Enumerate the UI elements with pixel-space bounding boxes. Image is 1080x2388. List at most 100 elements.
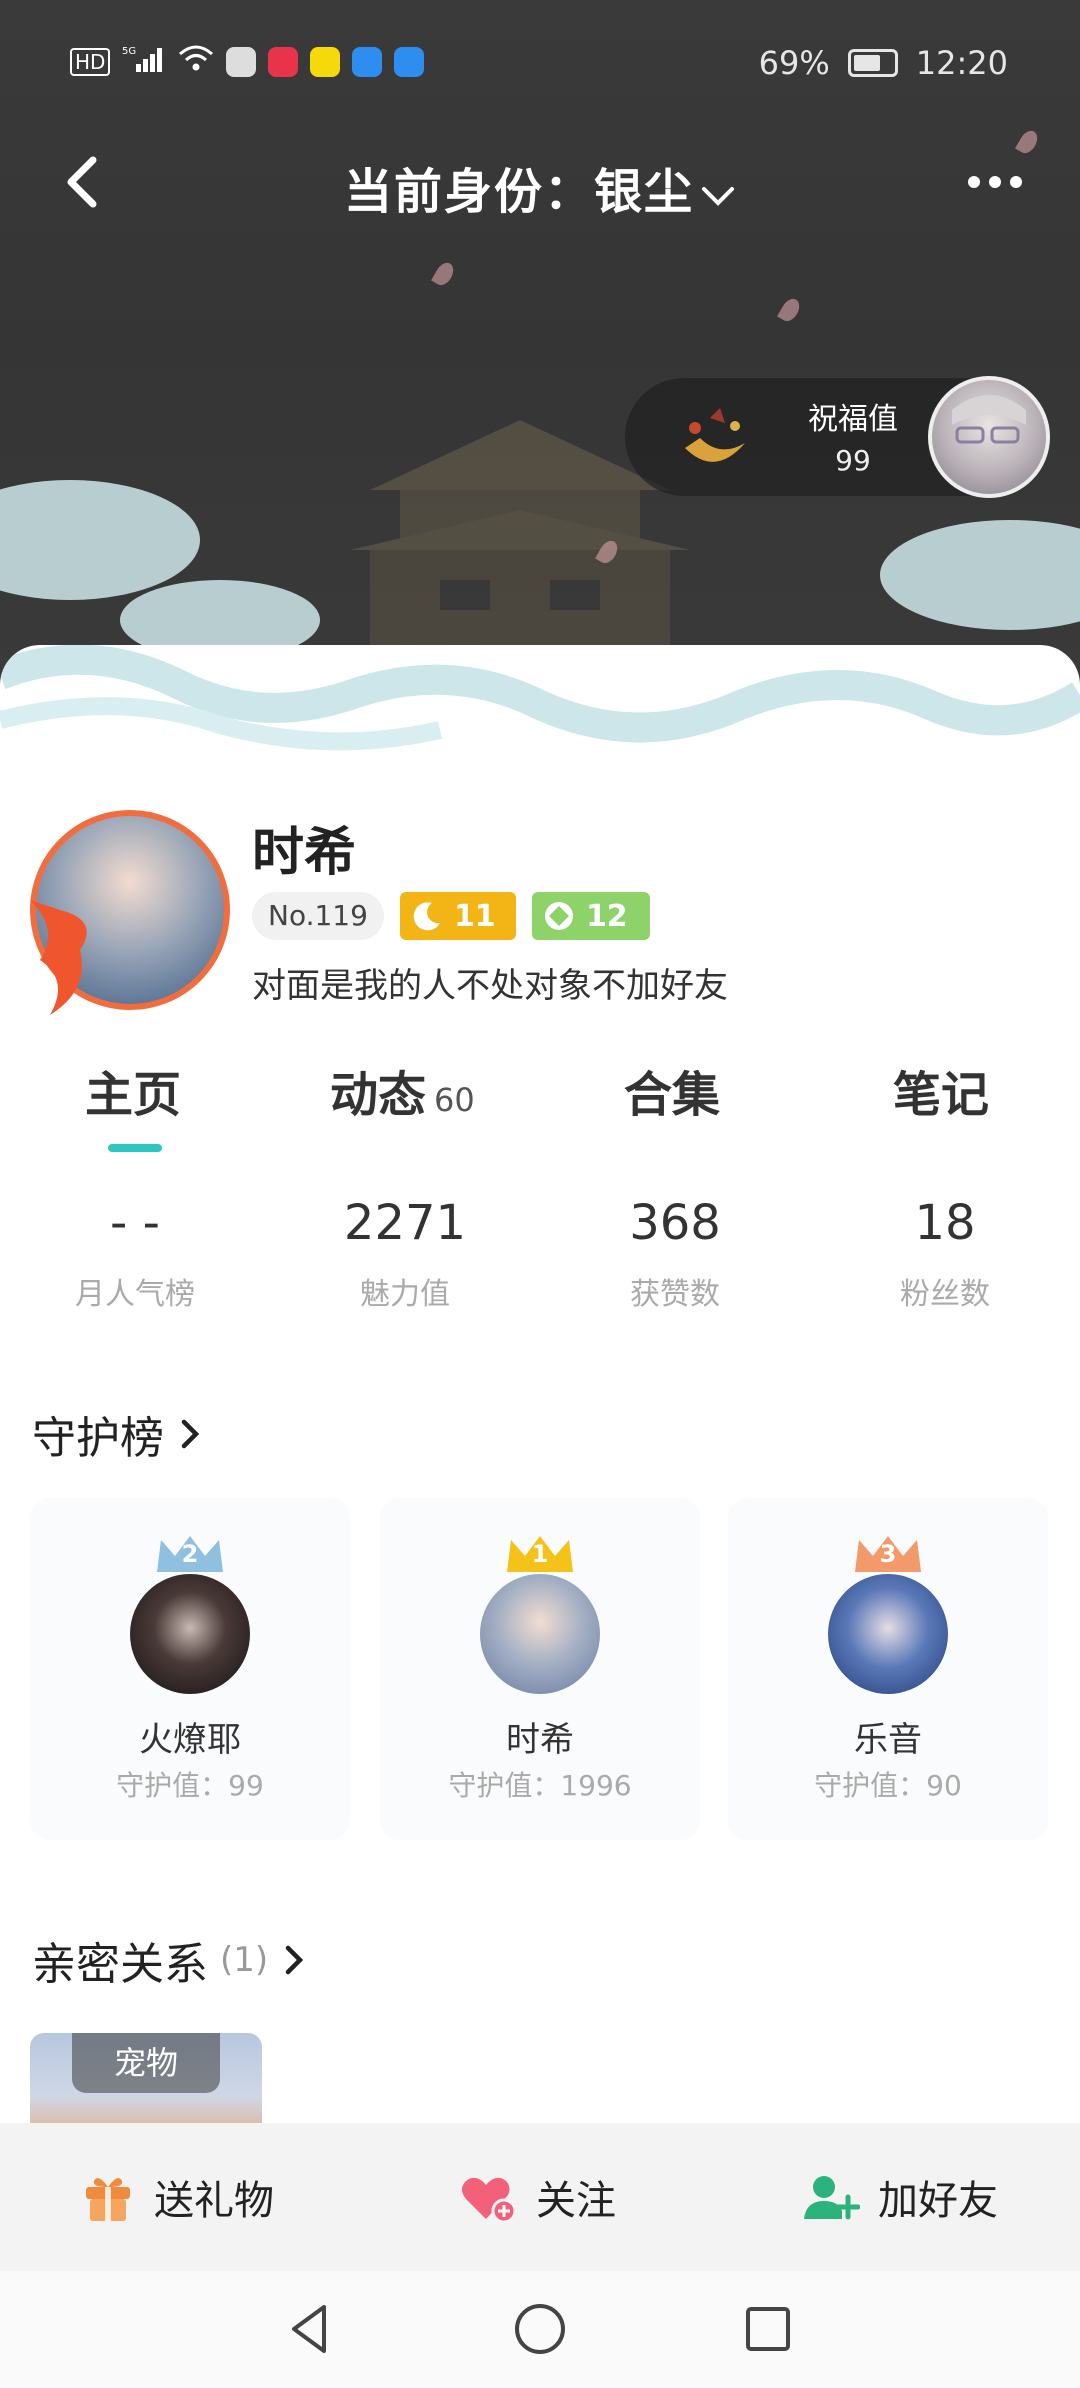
hd-indicator: HD (70, 48, 111, 76)
system-back-button[interactable] (280, 2299, 340, 2359)
blessing-value: 99 (835, 444, 871, 477)
stat-value: 18 (914, 1195, 976, 1251)
guard-member-name: 乐音 (854, 1720, 922, 1760)
tab-home[interactable]: 主页 (85, 1055, 181, 1125)
avatar (130, 1574, 250, 1694)
avatar[interactable] (928, 376, 1050, 498)
square-recents-icon (746, 2307, 790, 2351)
send-gift-button[interactable]: 送礼物 (80, 2167, 274, 2227)
moments-count: 60 (434, 1081, 475, 1119)
app-notification-icon (394, 47, 425, 77)
tab-moments[interactable]: 动态 60 (330, 1055, 475, 1125)
guard-member-card[interactable]: 2 火燎耶 守护值：99 (30, 1498, 350, 1840)
intimate-relations-title: 亲密关系 (32, 1939, 208, 1990)
identity-switcher[interactable]: 当前身份：银尘 (0, 152, 1080, 223)
stat-label: 粉丝数 (900, 1277, 990, 1312)
chevron-down-icon (700, 167, 736, 223)
avatar (480, 1574, 600, 1694)
guard-member-card[interactable]: 1 时希 守护值：1996 (380, 1498, 700, 1840)
gem-level-badge: 12 (531, 892, 650, 940)
action-bar: 送礼物 关注 加好友 (0, 2123, 1080, 2271)
rank-number: 1 (531, 1540, 549, 1568)
add-friend-icon (804, 2176, 860, 2220)
system-home-button[interactable] (510, 2299, 570, 2359)
cloud-decoration (880, 520, 1080, 630)
add-friend-button[interactable]: 加好友 (800, 2167, 998, 2227)
app-notification-icon (310, 47, 341, 77)
intimate-count: (1) (220, 1940, 269, 1980)
stat-value: 368 (629, 1195, 721, 1251)
guard-member-value: 守护值：99 (116, 1769, 264, 1802)
gem-level-value: 12 (585, 898, 628, 934)
blessing-value-pill[interactable]: 祝福值 99 (625, 376, 1050, 498)
guard-ranking-title: 守护榜 (32, 1413, 164, 1464)
badge-row: No.119 11 12 (252, 892, 650, 940)
profile-tabs: 主页 动态 60 合集 笔记 (0, 1055, 1080, 1155)
profile-bio: 对面是我的人不处对象不加好友 (252, 966, 728, 1006)
intimate-relation-card[interactable]: 宠物 (30, 2033, 262, 2123)
battery-icon (847, 49, 898, 77)
wifi-icon (178, 44, 214, 80)
petal-decoration (431, 259, 457, 289)
follow-label: 关注 (536, 2178, 616, 2224)
send-gift-label: 送礼物 (154, 2178, 274, 2224)
app-notification-icon (268, 47, 299, 77)
stat-fans[interactable]: 18 粉丝数 (810, 1195, 1080, 1313)
gift-icon (86, 2178, 130, 2221)
battery-percent: 69% (758, 44, 830, 82)
profile-avatar[interactable] (20, 800, 240, 1020)
chevron-right-icon (181, 1419, 200, 1449)
moon-level-badge: 11 (399, 892, 516, 940)
cloud-decoration (0, 480, 200, 600)
chevron-right-icon (285, 1945, 304, 1975)
guard-ranking-link[interactable]: 守护榜 (32, 1402, 204, 1466)
top-nav: 当前身份：银尘 (0, 130, 1080, 240)
app-notification-icon (226, 47, 257, 77)
number-badge: No.119 (252, 892, 384, 940)
guard-member-name: 时希 (506, 1720, 574, 1760)
app-notification-icon (352, 47, 383, 77)
fox-decoration-icon (30, 900, 87, 1015)
status-bar: HD 5G 69% 12:20 (0, 0, 1080, 130)
stat-label: 月人气榜 (75, 1277, 195, 1312)
guard-member-card[interactable]: 3 乐音 守护值：90 (728, 1498, 1048, 1840)
guard-member-value: 守护值：1996 (448, 1769, 632, 1802)
more-dots-icon (968, 176, 980, 188)
stat-likes[interactable]: 368 获赞数 (540, 1195, 810, 1313)
stats-row: - - 月人气榜 2271 魅力值 368 获赞数 18 粉丝数 (0, 1195, 1080, 1325)
circle-home-icon (515, 2304, 565, 2354)
triangle-back-icon (292, 2305, 326, 2353)
rank-number: 3 (879, 1540, 897, 1568)
svg-text:5G: 5G (122, 46, 136, 57)
stat-charm[interactable]: 2271 魅力值 (270, 1195, 540, 1313)
more-button[interactable] (960, 162, 1030, 202)
moon-icon (413, 902, 440, 931)
system-recents-button[interactable] (738, 2299, 798, 2359)
active-tab-indicator (108, 1144, 162, 1152)
stat-label: 魅力值 (360, 1277, 450, 1312)
stat-monthly-popularity[interactable]: - - 月人气榜 (0, 1195, 270, 1313)
stat-value: - - (110, 1195, 160, 1251)
add-friend-label: 加好友 (878, 2178, 998, 2224)
clock: 12:20 (915, 44, 1008, 82)
moon-level-value: 11 (453, 898, 496, 934)
avatar (828, 1574, 948, 1694)
guard-member-name: 火燎耶 (139, 1720, 241, 1760)
intimate-relations-link[interactable]: 亲密关系 (1) (32, 1928, 308, 1992)
petal-decoration (777, 295, 803, 325)
blessing-label: 祝福值 (808, 402, 898, 437)
rank-crown-icon (157, 1536, 223, 1572)
system-nav-bar (0, 2271, 1080, 2388)
page-title: 当前身份：银尘 (343, 164, 694, 220)
tab-notes[interactable]: 笔记 (893, 1055, 989, 1125)
gem-icon (544, 902, 573, 930)
stat-value: 2271 (343, 1195, 467, 1251)
signal-icon: 5G (122, 44, 166, 80)
follow-button[interactable]: 关注 (458, 2167, 616, 2227)
tab-collections[interactable]: 合集 (624, 1055, 720, 1125)
relation-type-label: 宠物 (72, 2033, 220, 2093)
stat-label: 获赞数 (630, 1277, 720, 1312)
cloud-border-decoration (0, 645, 1080, 795)
guard-member-value: 守护值：90 (814, 1769, 962, 1802)
profile-name: 时希 (252, 823, 357, 883)
